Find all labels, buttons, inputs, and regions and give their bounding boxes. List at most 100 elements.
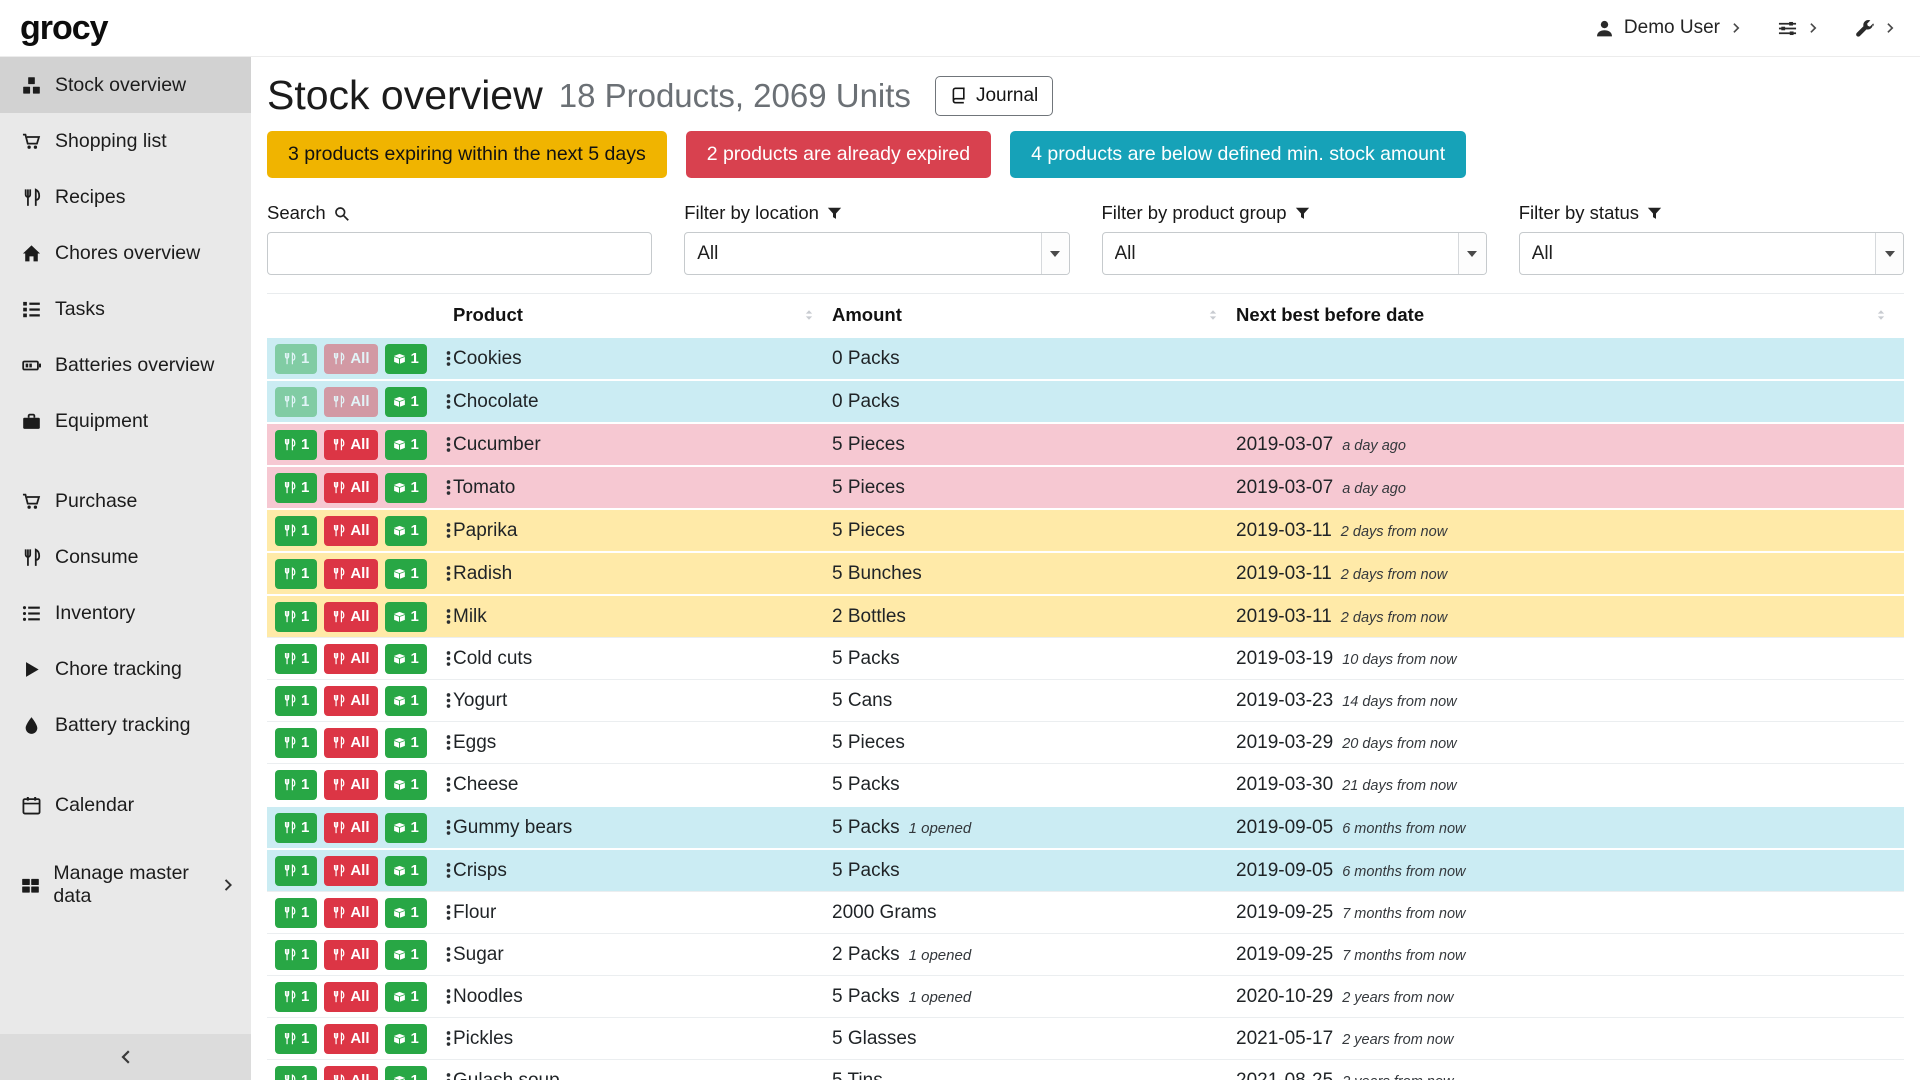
consume-all-button[interactable]: All [324, 770, 377, 800]
consume-one-button[interactable]: 1 [275, 813, 317, 843]
open-one-button[interactable]: 1 [385, 1066, 427, 1080]
consume-one-button[interactable]: 1 [275, 1066, 317, 1080]
open-one-button[interactable]: 1 [385, 982, 427, 1012]
open-one-button[interactable]: 1 [385, 686, 427, 716]
sidebar-item-tasks[interactable]: Tasks [0, 281, 251, 337]
sidebar-item-battery-tracking[interactable]: Battery tracking [0, 697, 251, 753]
alert-button-2[interactable]: 4 products are below defined min. stock … [1010, 131, 1466, 178]
filters-row: Search Filter by location All Filter by … [267, 202, 1904, 275]
sidebar-item-consume[interactable]: Consume [0, 529, 251, 585]
consume-all-button[interactable]: All [324, 728, 377, 758]
consume-one-button[interactable]: 1 [275, 559, 317, 589]
table-row: 1All1Crisps5 Packs2019-09-056 months fro… [267, 849, 1904, 892]
consume-all-button[interactable]: All [324, 898, 377, 928]
consume-one-button[interactable]: 1 [275, 940, 317, 970]
amount: 5 Tins [832, 1070, 883, 1080]
open-one-button[interactable]: 1 [385, 728, 427, 758]
consume-one-button[interactable]: 1 [275, 898, 317, 928]
settings-menu[interactable] [1778, 19, 1819, 38]
consume-all-button[interactable]: All [324, 686, 377, 716]
product-group-filter-select[interactable]: All [1102, 232, 1487, 275]
product-name: Cheese [453, 764, 832, 807]
status-filter-select[interactable]: All [1519, 232, 1904, 275]
consume-one-button[interactable]: 1 [275, 430, 317, 460]
open-one-button[interactable]: 1 [385, 559, 427, 589]
sidebar-item-chores-overview[interactable]: Chores overview [0, 225, 251, 281]
sidebar-item-equipment[interactable]: Equipment [0, 393, 251, 449]
date-note: 6 months from now [1342, 821, 1465, 837]
journal-button[interactable]: Journal [935, 76, 1053, 116]
user-menu-label: Demo User [1624, 17, 1720, 39]
consume-one-button[interactable]: 1 [275, 602, 317, 632]
consume-all-button[interactable]: All [324, 940, 377, 970]
consume-one-button[interactable]: 1 [275, 686, 317, 716]
app-logo[interactable]: grocy [20, 9, 108, 48]
battery-icon [19, 356, 44, 375]
consume-one-button[interactable]: 1 [275, 728, 317, 758]
amount: 5 Pieces [832, 477, 905, 498]
consume-all-button[interactable]: All [324, 856, 377, 886]
alert-button-0[interactable]: 3 products expiring within the next 5 da… [267, 131, 667, 178]
amount: 5 Cans [832, 690, 892, 711]
open-one-button[interactable]: 1 [385, 644, 427, 674]
column-header-product[interactable]: Product [453, 294, 832, 338]
location-filter-select[interactable]: All [684, 232, 1069, 275]
sidebar-item-recipes[interactable]: Recipes [0, 169, 251, 225]
open-one-button[interactable]: 1 [385, 387, 427, 417]
consume-one-button[interactable]: 1 [275, 644, 317, 674]
consume-all-button[interactable]: All [324, 516, 377, 546]
consume-all-button[interactable]: All [324, 473, 377, 503]
sidebar-item-label: Recipes [55, 186, 125, 209]
consume-all-button[interactable]: All [324, 559, 377, 589]
consume-all-button[interactable]: All [324, 430, 377, 460]
status-filter: Filter by status All [1519, 202, 1904, 275]
open-one-button[interactable]: 1 [385, 602, 427, 632]
sidebar-item-manage-master-data[interactable]: Manage master data [0, 857, 251, 913]
open-one-button[interactable]: 1 [385, 940, 427, 970]
open-one-button[interactable]: 1 [385, 473, 427, 503]
amount: 5 Pieces [832, 732, 905, 753]
consume-one-button[interactable]: 1 [275, 516, 317, 546]
sidebar-item-shopping-list[interactable]: Shopping list [0, 113, 251, 169]
admin-menu[interactable] [1855, 19, 1896, 38]
consume-all-button[interactable]: All [324, 644, 377, 674]
best-before-date: 2019-03-23 [1236, 690, 1333, 711]
open-one-button[interactable]: 1 [385, 516, 427, 546]
consume-all-button[interactable]: All [324, 602, 377, 632]
open-one-button[interactable]: 1 [385, 1024, 427, 1054]
sidebar-item-inventory[interactable]: Inventory [0, 585, 251, 641]
consume-all-button[interactable]: All [324, 813, 377, 843]
user-menu[interactable]: Demo User [1595, 17, 1742, 39]
consume-all-button[interactable]: All [324, 1066, 377, 1080]
sidebar-item-label: Shopping list [55, 130, 167, 153]
consume-one-button[interactable]: 1 [275, 982, 317, 1012]
sidebar-collapse-button[interactable] [0, 1034, 251, 1080]
consume-one-button[interactable]: 1 [275, 1024, 317, 1054]
column-header-amount[interactable]: Amount [832, 294, 1236, 338]
consume-one-button: 1 [275, 387, 317, 417]
consume-one-button[interactable]: 1 [275, 770, 317, 800]
drop-icon [19, 716, 44, 735]
open-one-button[interactable]: 1 [385, 770, 427, 800]
open-one-button[interactable]: 1 [385, 430, 427, 460]
open-one-button[interactable]: 1 [385, 344, 427, 374]
alert-button-1[interactable]: 2 products are already expired [686, 131, 991, 178]
sidebar-item-batteries-overview[interactable]: Batteries overview [0, 337, 251, 393]
sidebar-item-stock-overview[interactable]: Stock overview [0, 57, 251, 113]
play-icon [19, 660, 44, 679]
consume-one-button[interactable]: 1 [275, 473, 317, 503]
search-input[interactable] [267, 232, 652, 275]
consume-all-button[interactable]: All [324, 982, 377, 1012]
stock-table-body: 1All1Cookies0 Packs1All1Chocolate0 Packs… [267, 337, 1904, 1080]
open-one-button[interactable]: 1 [385, 856, 427, 886]
consume-one-button[interactable]: 1 [275, 856, 317, 886]
open-one-button[interactable]: 1 [385, 898, 427, 928]
sidebar-item-chore-tracking[interactable]: Chore tracking [0, 641, 251, 697]
open-one-button[interactable]: 1 [385, 813, 427, 843]
sidebar-item-purchase[interactable]: Purchase [0, 473, 251, 529]
sidebar-item-calendar[interactable]: Calendar [0, 777, 251, 833]
table-row: 1All1Chocolate0 Packs [267, 380, 1904, 423]
consume-all-button[interactable]: All [324, 1024, 377, 1054]
column-header-best-before-date[interactable]: Next best before date [1236, 294, 1904, 338]
product-name: Noodles [453, 976, 832, 1018]
